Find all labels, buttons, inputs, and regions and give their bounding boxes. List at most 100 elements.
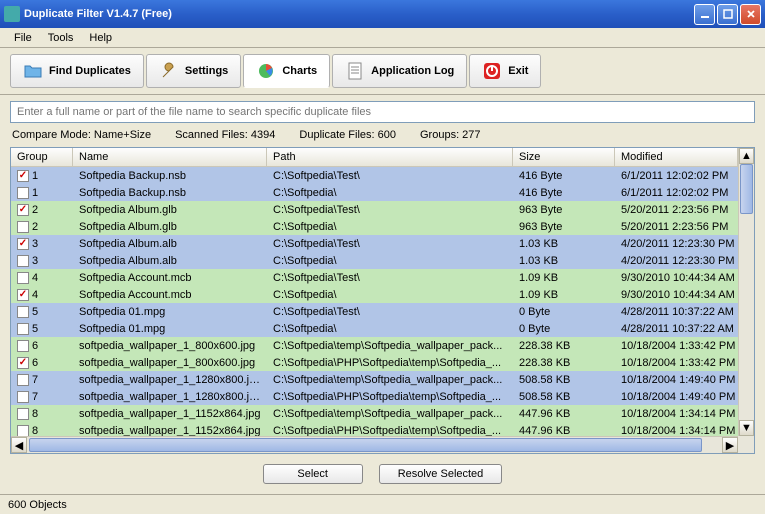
row-checkbox[interactable] <box>17 221 29 233</box>
column-header-name[interactable]: Name <box>73 148 267 166</box>
toolbar-label: Exit <box>508 65 528 77</box>
modified-value: 4/20/2011 12:23:30 PM <box>615 255 754 267</box>
group-value: 7 <box>32 374 38 386</box>
scroll-up-icon[interactable]: ▲ <box>739 148 754 164</box>
group-value: 3 <box>32 238 38 250</box>
row-checkbox[interactable] <box>17 340 29 352</box>
table-row[interactable]: 3Softpedia Album.albC:\Softpedia\1.03 KB… <box>11 252 754 269</box>
modified-value: 4/28/2011 10:37:22 AM <box>615 306 754 318</box>
row-checkbox[interactable] <box>17 289 29 301</box>
table-row[interactable]: 2Softpedia Album.glbC:\Softpedia\963 Byt… <box>11 218 754 235</box>
table-row[interactable]: 6softpedia_wallpaper_1_800x600.jpgC:\Sof… <box>11 354 754 371</box>
row-checkbox[interactable] <box>17 170 29 182</box>
path-value: C:\Softpedia\ <box>267 255 513 267</box>
charts-button[interactable]: Charts <box>243 54 330 88</box>
find-duplicates-button[interactable]: Find Duplicates <box>10 54 144 88</box>
exit-button[interactable]: Exit <box>469 54 541 88</box>
maximize-button[interactable] <box>717 4 738 25</box>
modified-value: 10/18/2004 1:33:42 PM <box>615 357 754 369</box>
row-checkbox[interactable] <box>17 408 29 420</box>
row-checkbox[interactable] <box>17 204 29 216</box>
column-header-group[interactable]: Group <box>11 148 73 166</box>
table-row[interactable]: 7softpedia_wallpaper_1_1280x800.jpgC:\So… <box>11 388 754 405</box>
name-value: Softpedia 01.mpg <box>73 306 267 318</box>
column-header-modified[interactable]: Modified <box>615 148 738 166</box>
path-value: C:\Softpedia\Test\ <box>267 170 513 182</box>
size-value: 963 Byte <box>513 204 615 216</box>
application-log-button[interactable]: Application Log <box>332 54 467 88</box>
path-value: C:\Softpedia\Test\ <box>267 306 513 318</box>
table-row[interactable]: 3Softpedia Album.albC:\Softpedia\Test\1.… <box>11 235 754 252</box>
search-input[interactable] <box>10 101 755 123</box>
column-header-size[interactable]: Size <box>513 148 615 166</box>
duplicate-files-label: Duplicate Files: 600 <box>299 129 396 141</box>
column-header-path[interactable]: Path <box>267 148 513 166</box>
name-value: Softpedia 01.mpg <box>73 323 267 335</box>
menu-help[interactable]: Help <box>81 30 120 46</box>
name-value: Softpedia Backup.nsb <box>73 187 267 199</box>
group-value: 8 <box>32 408 38 420</box>
results-grid: Group Name Path Size Modified 1Softpedia… <box>10 147 755 454</box>
title-bar: Duplicate Filter V1.4.7 (Free) <box>0 0 765 28</box>
toolbar-label: Charts <box>282 65 317 77</box>
menu-tools[interactable]: Tools <box>40 30 82 46</box>
group-value: 5 <box>32 306 38 318</box>
modified-value: 10/18/2004 1:33:42 PM <box>615 340 754 352</box>
settings-button[interactable]: Settings <box>146 54 241 88</box>
size-value: 508.58 KB <box>513 391 615 403</box>
horizontal-scrollbar[interactable]: ◀ ▶ <box>11 436 738 453</box>
row-checkbox[interactable] <box>17 187 29 199</box>
scroll-left-icon[interactable]: ◀ <box>11 437 27 453</box>
table-row[interactable]: 6softpedia_wallpaper_1_800x600.jpgC:\Sof… <box>11 337 754 354</box>
modified-value: 10/18/2004 1:34:14 PM <box>615 408 754 420</box>
size-value: 1.09 KB <box>513 272 615 284</box>
modified-value: 4/20/2011 12:23:30 PM <box>615 238 754 250</box>
table-row[interactable]: 8softpedia_wallpaper_1_1152x864.jpgC:\So… <box>11 405 754 422</box>
group-value: 3 <box>32 255 38 267</box>
row-checkbox[interactable] <box>17 357 29 369</box>
table-row[interactable]: 1Softpedia Backup.nsbC:\Softpedia\416 By… <box>11 184 754 201</box>
modified-value: 5/20/2011 2:23:56 PM <box>615 221 754 233</box>
modified-value: 5/20/2011 2:23:56 PM <box>615 204 754 216</box>
row-checkbox[interactable] <box>17 272 29 284</box>
size-value: 228.38 KB <box>513 340 615 352</box>
menu-file[interactable]: File <box>6 30 40 46</box>
close-button[interactable] <box>740 4 761 25</box>
modified-value: 6/1/2011 12:02:02 PM <box>615 187 754 199</box>
compare-mode-label: Compare Mode: Name+Size <box>12 129 151 141</box>
toolbar-label: Settings <box>185 65 228 77</box>
row-checkbox[interactable] <box>17 391 29 403</box>
table-row[interactable]: 4Softpedia Account.mcbC:\Softpedia\1.09 … <box>11 286 754 303</box>
group-value: 8 <box>32 425 38 437</box>
name-value: softpedia_wallpaper_1_1280x800.jpg <box>73 391 267 403</box>
size-value: 447.96 KB <box>513 408 615 420</box>
minimize-button[interactable] <box>694 4 715 25</box>
table-row[interactable]: 5Softpedia 01.mpgC:\Softpedia\Test\0 Byt… <box>11 303 754 320</box>
scroll-down-icon[interactable]: ▼ <box>739 420 754 436</box>
row-checkbox[interactable] <box>17 255 29 267</box>
table-row[interactable]: 2Softpedia Album.glbC:\Softpedia\Test\96… <box>11 201 754 218</box>
resolve-selected-button[interactable]: Resolve Selected <box>379 464 503 484</box>
group-value: 4 <box>32 272 38 284</box>
group-value: 1 <box>32 187 38 199</box>
size-value: 963 Byte <box>513 221 615 233</box>
table-row[interactable]: 7softpedia_wallpaper_1_1280x800.jpgC:\So… <box>11 371 754 388</box>
menu-bar: File Tools Help <box>0 28 765 48</box>
scroll-right-icon[interactable]: ▶ <box>722 437 738 453</box>
vscroll-thumb[interactable] <box>740 164 753 214</box>
row-checkbox[interactable] <box>17 425 29 437</box>
row-checkbox[interactable] <box>17 323 29 335</box>
row-checkbox[interactable] <box>17 374 29 386</box>
row-checkbox[interactable] <box>17 238 29 250</box>
table-row[interactable]: 1Softpedia Backup.nsbC:\Softpedia\Test\4… <box>11 167 754 184</box>
row-checkbox[interactable] <box>17 306 29 318</box>
toolbar-label: Application Log <box>371 65 454 77</box>
hscroll-thumb[interactable] <box>29 438 702 452</box>
path-value: C:\Softpedia\temp\Softpedia_wallpaper_pa… <box>267 408 513 420</box>
modified-value: 9/30/2010 10:44:34 AM <box>615 289 754 301</box>
table-row[interactable]: 4Softpedia Account.mcbC:\Softpedia\Test\… <box>11 269 754 286</box>
select-button[interactable]: Select <box>263 464 363 484</box>
size-value: 508.58 KB <box>513 374 615 386</box>
table-row[interactable]: 5Softpedia 01.mpgC:\Softpedia\0 Byte4/28… <box>11 320 754 337</box>
vertical-scrollbar[interactable]: ▲ ▼ <box>738 148 754 436</box>
